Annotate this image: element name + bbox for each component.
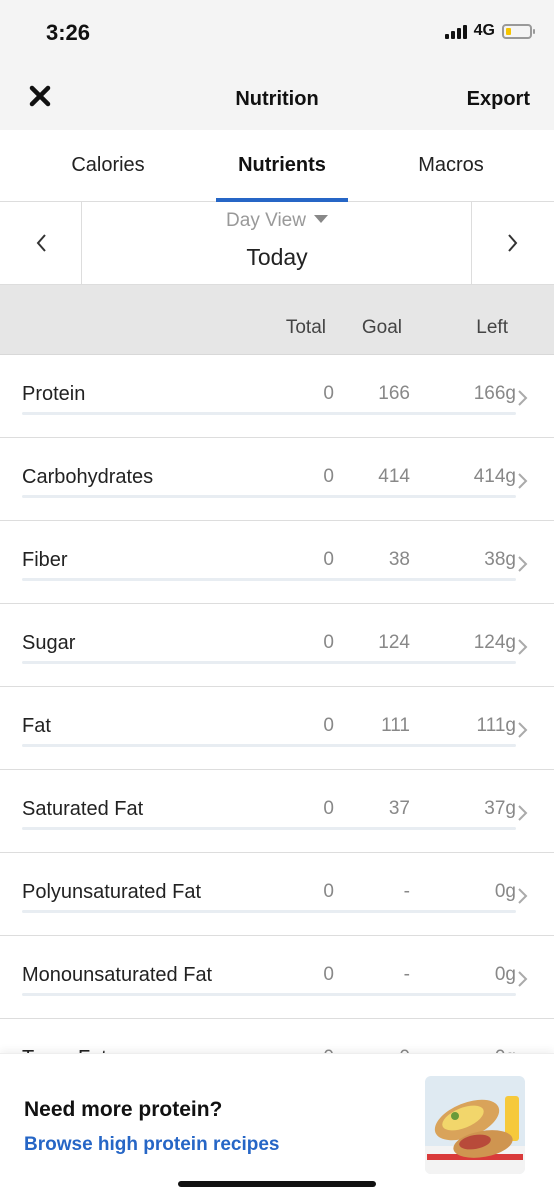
nutrient-total: 0 [323,632,334,653]
chevron-right-icon [508,234,518,252]
chevron-right-icon [518,473,528,489]
date-label: Today [246,244,308,270]
nutrient-left: 414g [473,466,516,487]
nutrient-left: 166g [473,383,516,404]
nutrient-row[interactable]: Fiber 0 38 38g [0,521,554,604]
day-view-selector[interactable]: Day View [82,210,472,232]
recipe-thumbnail-image[interactable] [425,1076,525,1174]
progress-bar [22,910,516,913]
nutrient-total: 0 [323,881,334,902]
nutrient-row[interactable]: Sugar 0 124 124g [0,604,554,687]
chevron-right-icon [518,805,528,821]
nutrient-left: 124g [473,632,516,653]
chevron-right-icon [518,639,528,655]
nutrient-row[interactable]: Polyunsaturated Fat 0 - 0g [0,853,554,936]
tab-macros[interactable]: Macros [348,154,554,177]
day-view-label: Day View [226,210,306,231]
nutrient-list: Protein 0 166 166g Carbohydrates 0 414 414g Fibe… [0,355,554,1055]
nutrient-name: Sugar [22,632,76,654]
nutrient-total: 0 [323,715,334,736]
app-header: 3:26 4G Nutrition Export [0,0,554,130]
nutrient-name: Saturated Fat [22,798,144,820]
column-header: Total Goal Left [0,285,554,355]
progress-bar [22,412,516,415]
nutrient-goal: - [403,964,410,985]
previous-day-button[interactable] [0,202,82,284]
column-total: Total [285,317,326,338]
progress-bar [22,578,516,581]
nutrient-total: 0 [323,964,334,985]
status-indicators: 4G [444,22,535,40]
tab-calories[interactable]: Calories [0,154,216,177]
tab-nutrients[interactable]: Nutrients [216,154,348,177]
nutrient-goal: 38 [388,549,410,570]
nutrient-goal: 124 [378,632,410,653]
progress-bar [22,993,516,996]
nutrient-row[interactable]: Fat 0 111 111g [0,687,554,770]
nutrient-row[interactable]: Trans Fat000g [0,1019,554,1055]
progress-bar [22,661,516,664]
nutrient-row[interactable]: Saturated Fat 0 37 37g [0,770,554,853]
chevron-right-icon [518,556,528,572]
nutrient-row[interactable]: Protein 0 166 166g [0,355,554,438]
nutrient-left: 0g [494,964,516,985]
nutrient-goal: 414 [378,466,410,487]
progress-bar [22,495,516,498]
chevron-right-icon [518,888,528,904]
column-left: Left [476,317,508,338]
nutrient-goal: 166 [378,383,410,404]
progress-bar [22,827,516,830]
promo-banner[interactable]: Need more protein? Browse high protein r… [0,1053,554,1200]
nutrient-left: 0g [494,881,516,902]
next-day-button[interactable] [471,202,554,284]
export-button[interactable]: Export [467,88,530,111]
nutrient-total: 0 [323,466,334,487]
status-time: 3:26 [46,20,91,45]
promo-title: Need more protein? [24,1098,223,1121]
nutrient-name: Polyunsaturated Fat [22,881,201,903]
battery-icon [502,23,535,39]
nutrient-name: Monounsaturated Fat [22,964,213,986]
column-goal: Goal [361,317,402,338]
home-indicator [178,1181,376,1187]
nutrient-name: Protein [22,383,86,405]
nutrient-total: 0 [323,798,334,819]
nutrient-name: Fat [22,715,51,737]
nutrient-name: Fiber [22,549,68,571]
browse-recipes-link[interactable]: Browse high protein recipes [24,1134,280,1156]
day-navigator: Day View Today [0,202,554,285]
nutrient-left: 38g [484,549,516,570]
network-type: 4G [473,22,495,39]
nutrient-goal: 37 [388,798,410,819]
chevron-right-icon [518,971,528,987]
nutrient-left: 37g [484,798,516,819]
nutrient-goal: 111 [381,715,410,736]
nutrient-left: 111g [476,715,516,736]
nutrient-name: Carbohydrates [22,466,154,488]
progress-bar [22,744,516,747]
signal-icon [444,23,467,39]
nutrient-total: 0 [323,383,334,404]
nutrient-row[interactable]: Monounsaturated Fat 0 - 0g [0,936,554,1019]
chevron-right-icon [518,722,528,738]
chevron-right-icon [518,390,528,406]
caret-down-icon [313,215,328,223]
nutrient-goal: - [403,881,410,902]
nutrient-row[interactable]: Carbohydrates 0 414 414g [0,438,554,521]
nutrient-total: 0 [323,549,334,570]
chevron-left-icon [36,234,46,252]
tab-bar: Calories Nutrients Macros [0,130,554,202]
